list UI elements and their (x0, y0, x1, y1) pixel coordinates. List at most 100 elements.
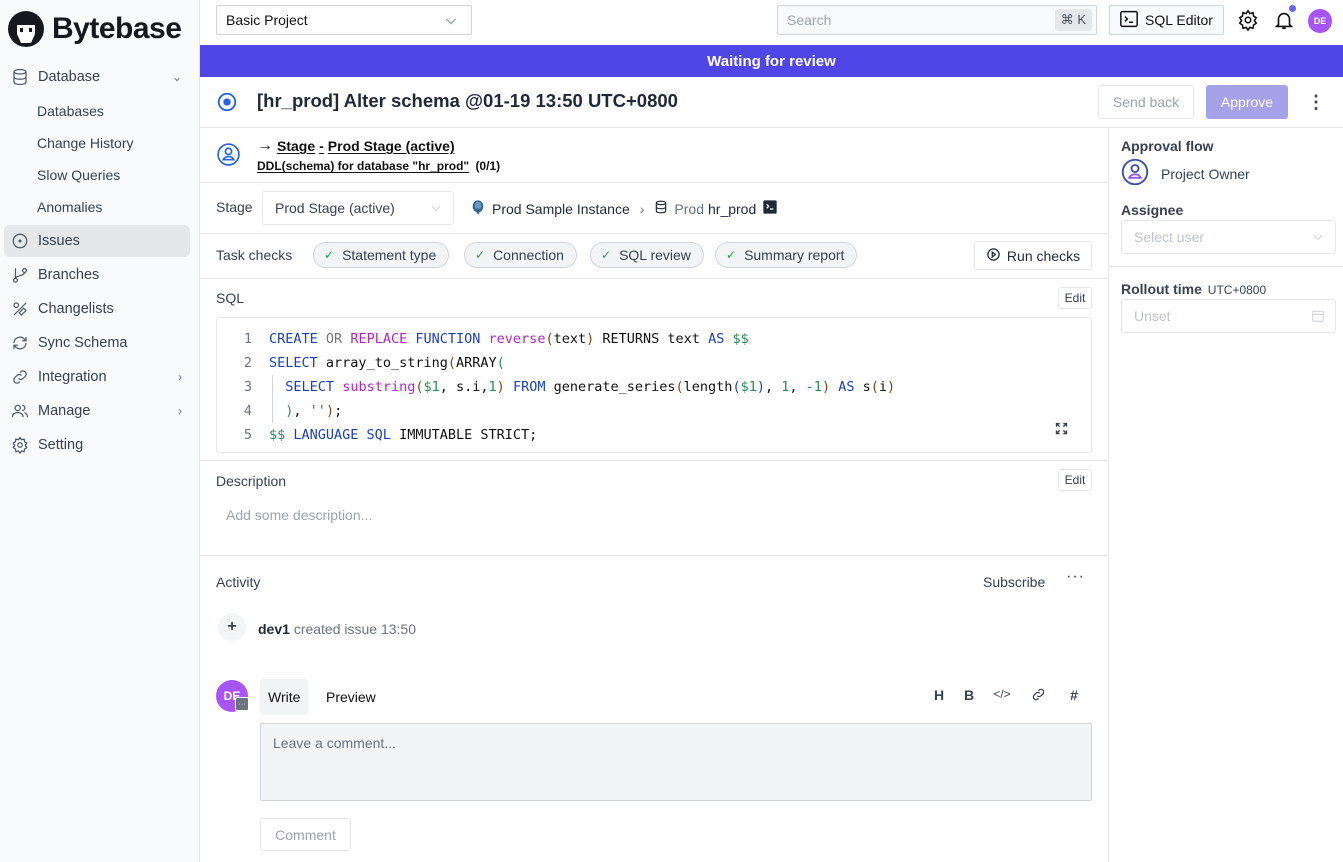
sidebar-item-branches[interactable]: Branches (4, 259, 190, 291)
activity-user[interactable]: dev1 (258, 621, 290, 637)
bytebase-logo[interactable]: Bytebase (6, 9, 182, 49)
hashtag-icon[interactable]: # (1064, 687, 1084, 703)
description-placeholder[interactable]: Add some description... (226, 507, 372, 523)
sidebar-item-setting[interactable]: Setting (4, 429, 190, 461)
search-placeholder: Search (787, 12, 832, 28)
subscribe-button[interactable]: Subscribe (983, 574, 1045, 590)
check-chip-connection[interactable]: ✓ Connection (464, 242, 577, 268)
check-chip-summary-report[interactable]: ✓ Summary report (715, 242, 858, 268)
code-line: 1 CREATE OR REPLACE FUNCTION reverse(text… (243, 331, 749, 347)
rollout-time-label: Rollout time UTC+0800 (1121, 281, 1266, 297)
database-icon (10, 67, 30, 87)
status-banner: Waiting for review (200, 45, 1343, 77)
stage-link[interactable]: Stage (277, 138, 315, 154)
check-icon: ✓ (726, 248, 737, 262)
description-edit-button[interactable]: Edit (1058, 469, 1092, 491)
sql-editor-label: SQL Editor (1145, 12, 1213, 28)
database-link[interactable]: hr_prod (708, 201, 756, 217)
approver-item: Project Owner (1121, 158, 1250, 189)
sidebar-item-manage[interactable]: Manage › (4, 395, 190, 427)
heading-icon[interactable]: H (929, 687, 949, 703)
sidebar-item-database[interactable]: Database ⌄ (4, 61, 190, 93)
instance-link[interactable]: Prod Sample Instance (492, 201, 630, 217)
sql-code-viewer[interactable]: 1 CREATE OR REPLACE FUNCTION reverse(text… (216, 317, 1092, 453)
sidebar-item-issues[interactable]: Issues (4, 225, 190, 257)
stage-title: → Stage - Prod Stage (active) (257, 137, 455, 155)
comment-button[interactable]: Comment (260, 818, 351, 851)
check-chip-sql-review[interactable]: ✓ SQL review (590, 242, 704, 268)
chevron-right-icon: › (178, 404, 182, 418)
expand-icon[interactable] (1054, 421, 1069, 440)
changelist-icon (10, 299, 30, 319)
search-input[interactable]: Search ⌘ K (777, 5, 1097, 35)
description-label: Description (216, 473, 287, 489)
more-horizontal-icon[interactable]: ··· (1066, 568, 1085, 586)
sql-editor-shortcut-icon[interactable] (762, 199, 778, 218)
code-line: 3 SELECT substring($1, s.i,1) FROM gener… (217, 375, 1091, 399)
bell-icon[interactable] (1272, 5, 1296, 32)
code-icon[interactable]: </> (992, 687, 1012, 701)
sidebar: Bytebase Database ⌄ Databases Change His… (0, 0, 200, 862)
settings-gear-icon[interactable] (1236, 8, 1260, 32)
stage-select-value: Prod Stage (active) (275, 200, 395, 216)
comment-textarea[interactable]: Leave a comment... (260, 723, 1092, 801)
sidebar-subitem-slow-queries[interactable]: Slow Queries (0, 159, 200, 191)
check-icon: ✓ (324, 248, 335, 262)
users-icon (10, 401, 30, 421)
calendar-icon (1311, 309, 1325, 326)
sidebar-item-integration[interactable]: Integration › (4, 361, 190, 393)
assignee-select[interactable]: Select user (1121, 220, 1336, 254)
chevron-right-icon: › (178, 370, 182, 384)
check-icon: ✓ (475, 248, 486, 262)
activity-section: Activity Subscribe ··· + dev1 created is… (200, 556, 1109, 862)
chevron-right-icon: › (639, 200, 645, 217)
sidebar-item-label: Changelists (38, 301, 114, 317)
stage-row: Stage Prod Stage (active) Prod Sample In… (200, 183, 1109, 234)
issue-header: [hr_prod] Alter schema @01-19 13:50 UTC+… (200, 77, 1343, 128)
description-section: Description Edit Add some description... (200, 461, 1109, 556)
sidebar-subitem-change-history[interactable]: Change History (0, 127, 200, 159)
bytebase-logo-icon (8, 11, 44, 47)
sidebar-subitem-anomalies[interactable]: Anomalies (0, 191, 200, 223)
check-chip-statement-type[interactable]: ✓ Statement type (313, 242, 450, 268)
sidebar-subitem-databases[interactable]: Databases (0, 95, 200, 127)
check-chip-label: Statement type (342, 247, 437, 263)
user-avatar[interactable]: DE (1308, 9, 1332, 33)
issue-circle-icon (10, 231, 30, 251)
sidebar-item-changelists[interactable]: Changelists (4, 293, 190, 325)
project-select[interactable]: Basic Project (216, 5, 472, 35)
link-icon (10, 367, 30, 387)
issue-title[interactable]: [hr_prod] Alter schema @01-19 13:50 UTC+… (257, 90, 678, 112)
sql-editor-button[interactable]: SQL Editor (1109, 5, 1224, 35)
task-checks-row: Task checks ✓ Statement type ✓ Connection … (200, 234, 1109, 279)
rollout-time-picker[interactable]: Unset (1121, 299, 1336, 333)
play-circle-icon (986, 247, 1001, 265)
status-banner-text: Waiting for review (707, 52, 836, 70)
tab-preview[interactable]: Preview (318, 679, 384, 715)
branch-icon (10, 265, 30, 285)
gear-icon (10, 435, 30, 455)
code-line: 5 $$ LANGUAGE SQL IMMUTABLE STRICT; (243, 427, 538, 443)
link-icon[interactable] (1028, 687, 1048, 705)
divider (1109, 266, 1343, 267)
stage-name-link[interactable]: Prod Stage (active) (328, 138, 455, 154)
task-count: (0/1) (475, 159, 501, 173)
task-link[interactable]: DDL(schema) for database "hr_prod" (257, 159, 469, 173)
more-vertical-icon[interactable]: ⋮ (1306, 91, 1326, 113)
send-back-button[interactable]: Send back (1098, 85, 1194, 119)
arrow-right-icon: → (257, 137, 273, 154)
environment-label: Prod (674, 200, 704, 217)
sql-edit-button[interactable]: Edit (1058, 287, 1092, 309)
bold-icon[interactable]: B (959, 687, 979, 703)
sidebar-item-sync-schema[interactable]: Sync Schema (4, 327, 190, 359)
code-line: 4 ), ''); (217, 399, 1091, 423)
stage-separator: - (319, 138, 324, 154)
tab-write[interactable]: Write (260, 679, 309, 715)
issue-status-icon (216, 91, 238, 113)
task-checks-label: Task checks (216, 247, 293, 263)
approve-button[interactable]: Approve (1206, 85, 1288, 119)
user-circle-icon (216, 142, 241, 167)
stage-select[interactable]: Prod Stage (active) (262, 191, 454, 225)
issue-main: → Stage - Prod Stage (active) DDL(schema… (200, 128, 1109, 862)
run-checks-button[interactable]: Run checks (974, 241, 1092, 270)
